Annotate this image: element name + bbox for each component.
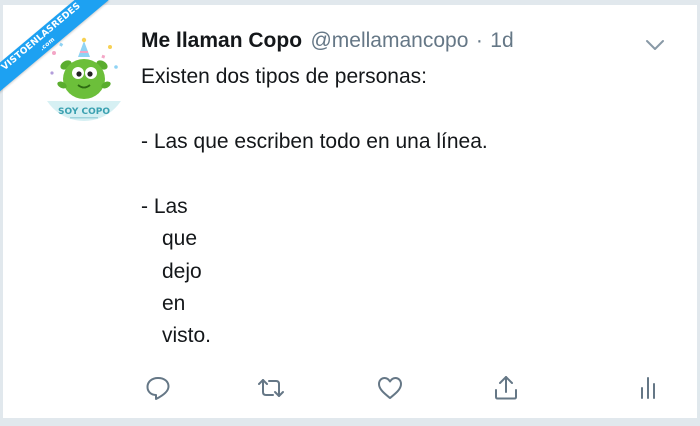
tweet-text-line: visto. [162, 324, 212, 347]
share-button[interactable] [491, 373, 521, 403]
reply-icon [146, 377, 170, 400]
analytics-button[interactable] [633, 373, 663, 403]
separator-dot: · [475, 29, 483, 52]
tweet-text-line: Existen dos tipos de personas: [141, 65, 428, 88]
tweet-text-line: en [162, 292, 186, 315]
retweet-button[interactable] [256, 373, 286, 403]
retweet-icon [258, 379, 284, 397]
tweet-text-line: - Las que escriben todo en una línea. [141, 130, 488, 153]
like-button[interactable] [375, 373, 405, 403]
heart-icon [378, 377, 402, 399]
user-handle[interactable]: @mellamancopo [310, 29, 468, 52]
tweet-text-line: - Las [141, 195, 188, 218]
analytics-icon [641, 377, 655, 399]
timestamp[interactable]: 1d [490, 29, 513, 52]
tweet-header: Me llaman Copo @mellamancopo · 1d [141, 29, 514, 59]
chevron-down-icon [646, 40, 664, 50]
avatar-label: SOY COPO [58, 107, 110, 117]
display-name[interactable]: Me llaman Copo [141, 29, 302, 52]
tweet-text-line: dejo [162, 260, 202, 283]
tweet-text-line: que [162, 227, 198, 250]
share-icon [495, 376, 517, 400]
more-options-button[interactable] [643, 33, 667, 57]
tweet-card: VISTOENLASREDES .com SOY COPO Me llaman … [0, 0, 697, 418]
reply-button[interactable] [143, 373, 173, 403]
